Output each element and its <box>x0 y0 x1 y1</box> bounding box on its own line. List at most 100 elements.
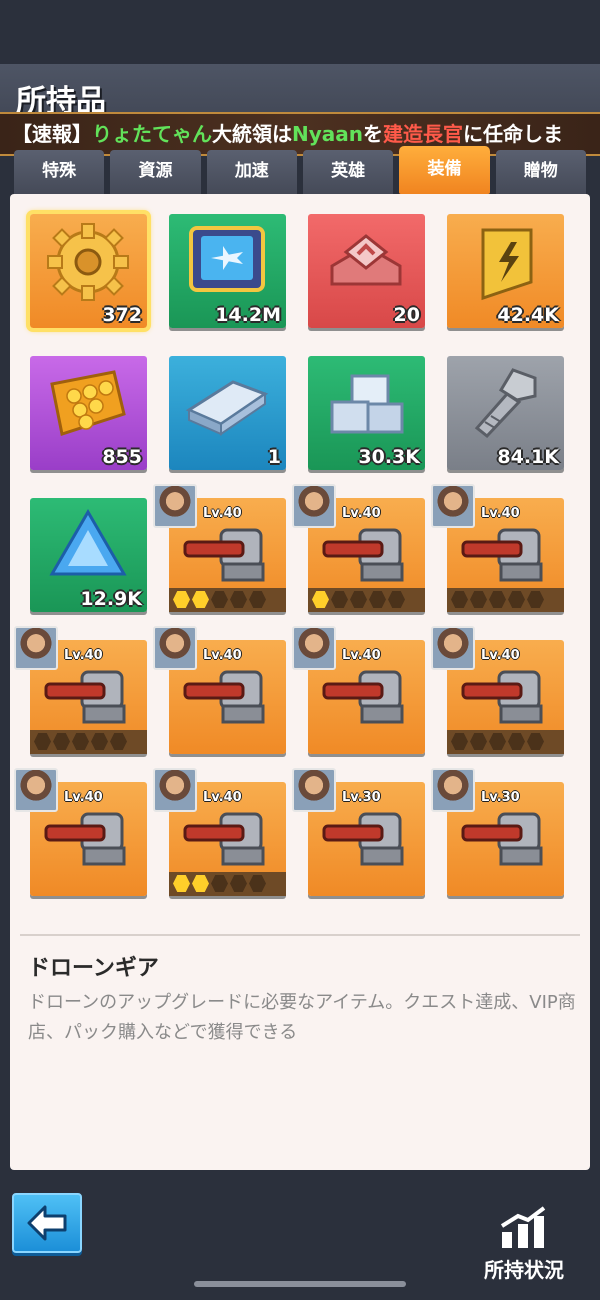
star-empty-icon <box>110 733 127 750</box>
gear-level: Lv.40 <box>342 648 381 663</box>
tab-special[interactable]: 特殊 <box>14 150 105 194</box>
gear-item[interactable]: Lv.40 <box>431 626 564 754</box>
gear-item[interactable]: Lv.40 <box>153 768 286 896</box>
ticker-tail: に任命しま <box>463 122 564 146</box>
star-empty-icon <box>34 733 51 750</box>
ticker-bracket: 【速報】 <box>12 122 92 146</box>
bar-chart-icon <box>500 1206 546 1248</box>
star-empty-icon <box>451 591 468 608</box>
item-count: 30.3K <box>358 446 420 468</box>
item-count: 42.4K <box>497 304 559 326</box>
gear-item[interactable]: Lv.40 <box>292 484 425 612</box>
gear-item[interactable]: Lv.40 <box>153 484 286 612</box>
star-rating <box>30 730 147 754</box>
star-rating <box>308 588 425 612</box>
cannon-icon <box>44 812 126 866</box>
ticker-role: 建造長官 <box>383 122 464 146</box>
cannon-icon <box>183 812 265 866</box>
tab-heroes[interactable]: 英雄 <box>302 150 394 194</box>
holdings-status-label: 所持状況 <box>484 1258 564 1282</box>
star-empty-icon <box>489 591 506 608</box>
cannon-icon <box>461 670 543 724</box>
gear-item[interactable]: Lv.40 <box>14 626 147 754</box>
crystal-icon <box>49 509 127 576</box>
star-empty-icon <box>470 733 487 750</box>
home-indicator[interactable] <box>194 1281 406 1287</box>
gear-level: Lv.40 <box>481 506 520 521</box>
battery-icon <box>481 228 533 301</box>
item-drone-chip[interactable]: 14.2M <box>169 214 286 328</box>
item-battery[interactable]: 42.4K <box>447 214 564 328</box>
star-empty-icon <box>350 591 367 608</box>
holdings-status-button[interactable]: 所持状況 <box>468 1206 580 1282</box>
star-filled-icon <box>312 591 329 608</box>
star-empty-icon <box>489 733 506 750</box>
gear-level: Lv.40 <box>481 648 520 663</box>
item-drone-gear[interactable]: 372 <box>26 210 151 332</box>
item-description-title: ドローンギア <box>28 956 159 981</box>
gear-item[interactable]: Lv.40 <box>153 626 286 754</box>
star-rating <box>169 588 286 612</box>
gear-item[interactable]: Lv.30 <box>292 768 425 896</box>
item-count: 855 <box>102 446 142 468</box>
star-filled-icon <box>192 875 209 892</box>
star-empty-icon <box>388 591 405 608</box>
star-empty-icon <box>72 733 89 750</box>
item-ingot-stack[interactable]: 30.3K <box>308 356 425 470</box>
back-button[interactable] <box>12 1193 82 1253</box>
gear-item[interactable]: Lv.40 <box>14 768 147 896</box>
arrow-left-icon <box>27 1205 67 1241</box>
item-crystal[interactable]: 12.9K <box>30 498 147 612</box>
star-empty-icon <box>451 733 468 750</box>
tab-resources[interactable]: 資源 <box>110 150 201 194</box>
star-filled-icon <box>173 875 190 892</box>
gear-level: Lv.30 <box>481 790 520 805</box>
star-empty-icon <box>230 591 247 608</box>
star-empty-icon <box>230 875 247 892</box>
category-tabs: 特殊 資源 加速 英雄 装備 贈物 <box>14 146 586 202</box>
cannon-icon <box>44 670 126 724</box>
cannon-icon <box>322 528 404 582</box>
star-empty-icon <box>508 591 525 608</box>
item-red-box[interactable]: 20 <box>308 214 425 328</box>
gear-item[interactable]: Lv.40 <box>292 626 425 754</box>
ticker-player: りょたてゃん <box>92 122 212 146</box>
star-rating <box>169 872 286 896</box>
cannon-icon <box>461 528 543 582</box>
item-count: 372 <box>102 304 142 326</box>
item-count: 14.2M <box>215 304 281 326</box>
item-bolt[interactable]: 84.1K <box>447 356 564 470</box>
tab-gifts[interactable]: 贈物 <box>495 150 586 194</box>
ticker-target: Nyaan <box>292 122 364 146</box>
gear-level: Lv.30 <box>342 790 381 805</box>
ingot-stack-icon <box>330 374 404 434</box>
star-empty-icon <box>249 591 266 608</box>
tab-speedup[interactable]: 加速 <box>206 150 297 194</box>
gear-level: Lv.40 <box>203 506 242 521</box>
red-box-icon <box>330 234 402 286</box>
cannon-icon <box>322 812 404 866</box>
item-grid: 372 14.2M 20 42.4K 855 1 30.3K 84.1K 12.… <box>14 210 564 896</box>
star-empty-icon <box>527 733 544 750</box>
tab-equipment[interactable]: 装備 <box>399 146 490 202</box>
star-rating <box>447 730 564 754</box>
star-empty-icon <box>527 591 544 608</box>
item-count: 20 <box>393 304 420 326</box>
drone-chip-icon <box>189 226 265 292</box>
item-count: 12.9K <box>80 588 142 610</box>
star-empty-icon <box>249 875 266 892</box>
cannon-icon <box>322 670 404 724</box>
gear-item[interactable]: Lv.30 <box>431 768 564 896</box>
item-count: 84.1K <box>497 446 559 468</box>
item-description-body: ドローンのアップグレードに必要なアイテム。クエスト達成、VIP商店、パック購入な… <box>28 992 576 1043</box>
item-steel-bar[interactable]: 1 <box>169 356 286 470</box>
divider <box>20 934 580 936</box>
item-honeycomb[interactable]: 855 <box>30 356 147 470</box>
cannon-icon <box>183 528 265 582</box>
star-filled-icon <box>173 591 190 608</box>
honeycomb-icon <box>50 370 126 436</box>
cannon-icon <box>183 670 265 724</box>
gear-item[interactable]: Lv.40 <box>431 484 564 612</box>
gear-level: Lv.40 <box>342 506 381 521</box>
gear-level: Lv.40 <box>203 790 242 805</box>
